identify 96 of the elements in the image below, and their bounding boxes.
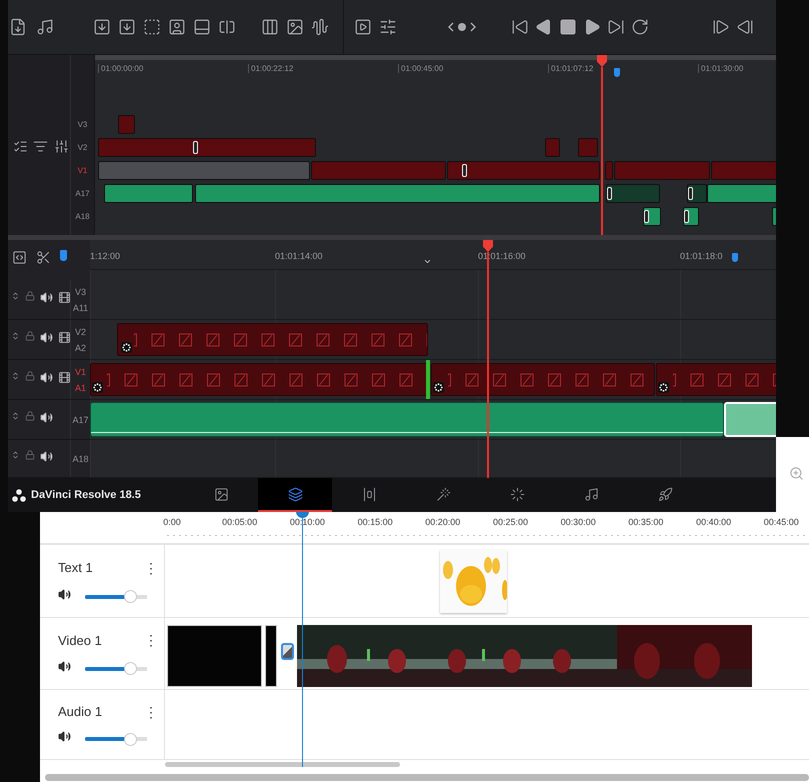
clip[interactable] <box>711 161 776 180</box>
clip[interactable] <box>687 184 707 203</box>
image-icon[interactable] <box>286 18 304 36</box>
track-label: V2 <box>74 326 86 336</box>
ruler-time: 00:40:00 <box>696 517 732 527</box>
play-square-icon[interactable] <box>354 18 372 36</box>
track-label: A18 <box>74 211 91 223</box>
slider-thumb[interactable] <box>124 662 137 676</box>
track-label: A17 <box>74 188 91 200</box>
split-square-icon[interactable] <box>218 18 236 36</box>
track-label: A18 <box>72 454 88 464</box>
clip[interactable] <box>605 161 613 180</box>
clip[interactable] <box>447 161 600 180</box>
track-label: V1 <box>74 366 86 376</box>
spinner-icon <box>510 486 524 502</box>
clip[interactable] <box>683 207 699 226</box>
wand-icon <box>436 486 450 502</box>
ruler-time: 1:12:00 <box>90 251 120 261</box>
step-back-icon[interactable] <box>736 18 754 36</box>
step-forward-icon[interactable] <box>712 18 730 36</box>
audio-clip[interactable] <box>90 402 724 437</box>
overview-timeline[interactable]: 01:00:00:00 01:00:22:12 01:00:45:00 01:01:07:12 01:01:30:00 <box>95 55 776 235</box>
ruler-time: 0:00 <box>163 517 181 527</box>
track-label: V2 <box>76 142 88 154</box>
square-user-icon[interactable] <box>168 18 186 36</box>
track-label: A1 <box>74 382 86 392</box>
ruler-time: 01:00:22:12 <box>248 64 294 73</box>
timeline-icon <box>362 486 376 502</box>
track-name: Video 1 <box>58 632 103 648</box>
image-icon <box>214 486 228 502</box>
clip[interactable] <box>311 161 446 180</box>
layers-icon <box>288 486 302 502</box>
chevron-down-icon[interactable] <box>423 257 432 266</box>
ruler-time: 00:25:00 <box>492 517 528 527</box>
clip[interactable] <box>195 184 600 203</box>
clip[interactable] <box>707 184 776 203</box>
marker-icon[interactable] <box>732 253 738 262</box>
track-menu-button[interactable]: ⋮ <box>144 632 156 648</box>
ruler-time: 00:45:00 <box>764 517 799 527</box>
clip[interactable] <box>118 115 135 134</box>
dashed-square-icon[interactable] <box>143 18 161 36</box>
panel-icon[interactable] <box>193 18 211 36</box>
ruler-time: 01:01:14:00 <box>275 251 323 261</box>
track-menu-button[interactable]: ⋮ <box>144 704 156 720</box>
ruler-time: 00:05:00 <box>222 517 258 527</box>
slider-thumb[interactable] <box>124 732 137 746</box>
loop-icon[interactable] <box>631 18 649 36</box>
clip[interactable] <box>545 138 560 157</box>
track-name: Audio 1 <box>58 704 104 720</box>
ruler-time: 01:00:00:00 <box>98 64 144 73</box>
logo-icon <box>12 488 26 502</box>
clip[interactable] <box>606 184 660 203</box>
clip[interactable] <box>643 207 661 226</box>
clip[interactable] <box>98 161 310 180</box>
jog-control-icon[interactable] <box>447 20 477 34</box>
columns-icon[interactable] <box>261 18 279 36</box>
sliders-icon[interactable] <box>379 18 397 36</box>
slider-thumb[interactable] <box>124 590 137 603</box>
app-title: DaVinci Resolve 18.5 <box>31 489 141 501</box>
ruler-time: 01:00:45:00 <box>398 64 444 73</box>
track-label: A17 <box>72 414 88 424</box>
stop-icon[interactable] <box>559 18 577 36</box>
track-label: A11 <box>72 302 88 312</box>
ruler-time: 00:30:00 <box>560 517 596 527</box>
play-icon[interactable] <box>583 18 601 36</box>
rocket-icon <box>658 486 672 502</box>
waveform-icon[interactable] <box>311 18 329 36</box>
ruler-time: 00:15:00 <box>358 517 393 527</box>
track-label: V3 <box>76 119 88 131</box>
track-label: V1 <box>76 165 88 177</box>
clip[interactable] <box>104 184 193 203</box>
track-label: A2 <box>74 342 86 352</box>
marker-icon[interactable] <box>60 250 67 261</box>
page-tab[interactable] <box>258 478 332 512</box>
transition-icon[interactable] <box>281 643 294 660</box>
ruler-time: 01:01:07:12 <box>548 64 594 73</box>
music-note-icon <box>584 486 598 502</box>
track-name: Text 1 <box>58 560 94 575</box>
skip-back-icon[interactable] <box>511 18 529 36</box>
ruler-time: 01:01:18:0 <box>680 251 723 261</box>
play-reverse-icon[interactable] <box>535 18 553 36</box>
ruler-time: 01:01:30:00 <box>698 64 744 73</box>
track-menu-button[interactable]: ⋮ <box>144 560 156 576</box>
track-label: V3 <box>74 286 86 296</box>
scrollbar[interactable] <box>165 762 400 767</box>
ruler-time: 00:20:00 <box>425 517 460 527</box>
video-clip[interactable] <box>656 363 776 396</box>
ruler-time: 00:35:00 <box>628 517 664 527</box>
clip[interactable] <box>578 138 598 157</box>
file-arrow-icon[interactable] <box>9 18 27 36</box>
music-note-icon[interactable] <box>36 18 54 36</box>
scrollbar[interactable] <box>45 774 809 781</box>
skip-forward-icon[interactable] <box>607 18 625 36</box>
marker-icon[interactable] <box>614 68 620 77</box>
clip[interactable] <box>614 161 710 180</box>
clip[interactable] <box>98 138 316 157</box>
